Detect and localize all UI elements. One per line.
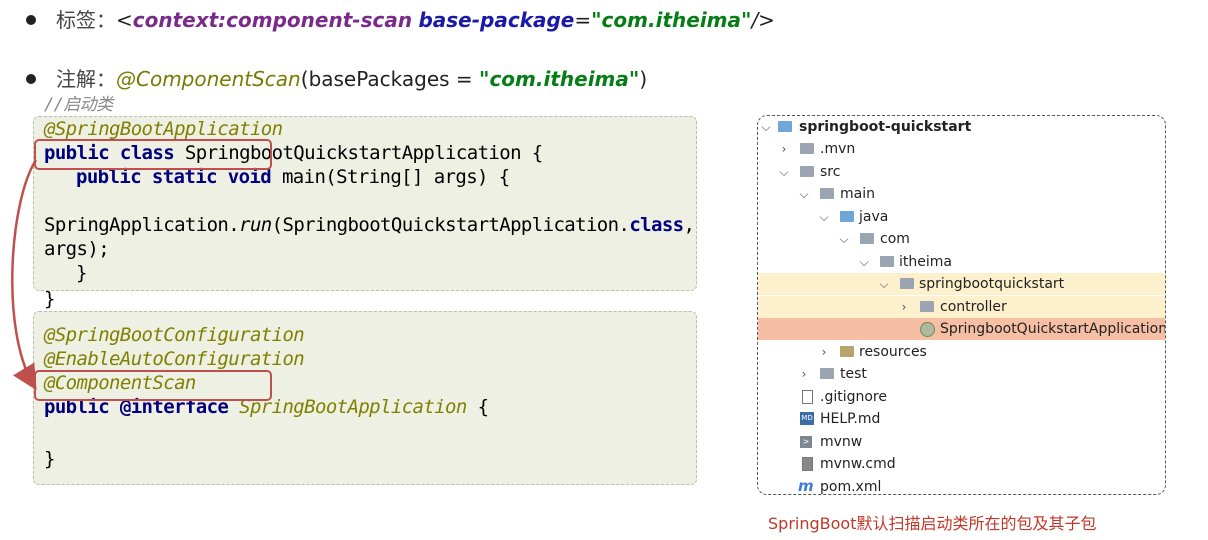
- tree-item-label: resources: [859, 344, 927, 360]
- chevron-down-icon[interactable]: ⌵: [798, 183, 810, 205]
- markdown-icon: MD: [800, 412, 814, 425]
- folder-icon: [800, 166, 814, 177]
- source-folder-icon: [840, 211, 854, 222]
- maven-icon: m: [798, 477, 814, 495]
- tree-item-com[interactable]: ⌵ com: [758, 228, 1165, 250]
- tree-item-label: springbootquickstart: [919, 276, 1065, 292]
- resources-folder-icon: [840, 346, 854, 357]
- tree-item-label: .gitignore: [820, 389, 887, 405]
- tree-item-label: springboot-quickstart: [799, 119, 972, 135]
- package-icon: [860, 233, 874, 244]
- tree-item-java[interactable]: ⌵ java: [758, 206, 1165, 228]
- tree-item-label: controller: [940, 299, 1007, 315]
- tree-item-test[interactable]: › test: [758, 363, 1165, 385]
- tree-item-label: mvnw.cmd: [820, 456, 896, 472]
- chevron-right-icon[interactable]: ›: [818, 341, 830, 363]
- package-icon: [920, 301, 934, 312]
- tree-item-resources[interactable]: › resources: [758, 341, 1165, 363]
- package-icon: [880, 256, 894, 267]
- project-tree: ⌵ springboot-quickstart › .mvn ⌵ src ⌵ m…: [757, 115, 1166, 495]
- tree-item-springbootquickstartapplication[interactable]: SpringbootQuickstartApplication: [758, 318, 1165, 340]
- tree-item-label: com: [880, 231, 910, 247]
- folder-icon: [820, 188, 834, 199]
- chevron-down-icon[interactable]: ⌵: [818, 206, 830, 228]
- chevron-right-icon[interactable]: ›: [898, 296, 910, 318]
- tree-item-label: pom.xml: [820, 479, 882, 495]
- chevron-down-icon[interactable]: ⌵: [760, 116, 772, 138]
- tree-item-label: HELP.md: [820, 411, 881, 427]
- tree-item-label: SpringbootQuickstartApplication: [940, 321, 1166, 337]
- chevron-down-icon[interactable]: ⌵: [778, 161, 790, 183]
- tree-item-label: test: [840, 366, 867, 382]
- caption: SpringBoot默认扫描启动类所在的包及其子包: [768, 514, 1097, 533]
- tree-item-root[interactable]: ⌵ springboot-quickstart: [758, 116, 1165, 138]
- tree-item-springbootquickstart[interactable]: ⌵ springbootquickstart: [758, 273, 1165, 295]
- tree-item-gitignore[interactable]: .gitignore: [758, 386, 1165, 408]
- tree-item-label: main: [840, 186, 875, 202]
- chevron-down-icon[interactable]: ⌵: [878, 273, 890, 295]
- tree-item-mvnw-cmd[interactable]: mvnw.cmd: [758, 453, 1165, 475]
- terminal-icon: >: [800, 436, 812, 448]
- chevron-right-icon[interactable]: ›: [778, 138, 790, 160]
- package-icon: [900, 278, 914, 289]
- tree-item-label: itheima: [899, 254, 952, 270]
- folder-icon: [820, 368, 834, 379]
- tree-item-src[interactable]: ⌵ src: [758, 161, 1165, 183]
- chevron-right-icon[interactable]: ›: [798, 363, 810, 385]
- tree-item-pom-xml[interactable]: m pom.xml: [758, 476, 1165, 495]
- file-icon: [802, 457, 813, 471]
- tree-item-label: java: [859, 209, 889, 225]
- file-icon: [802, 390, 813, 404]
- folder-icon: [800, 143, 814, 154]
- tree-item-label: src: [820, 164, 841, 180]
- tree-item-controller[interactable]: › controller: [758, 296, 1165, 318]
- chevron-down-icon[interactable]: ⌵: [838, 228, 850, 250]
- tree-item-label: mvnw: [820, 434, 863, 450]
- tree-item-main[interactable]: ⌵ main: [758, 183, 1165, 205]
- tree-item-label: .mvn: [820, 141, 856, 157]
- spring-class-icon: [920, 322, 935, 337]
- tree-item-mvn[interactable]: › .mvn: [758, 138, 1165, 160]
- folder-icon: [778, 121, 792, 132]
- chevron-down-icon[interactable]: ⌵: [858, 251, 870, 273]
- tree-item-itheima[interactable]: ⌵ itheima: [758, 251, 1165, 273]
- tree-item-mvnw[interactable]: > mvnw: [758, 431, 1165, 453]
- tree-item-help-md[interactable]: MD HELP.md: [758, 408, 1165, 430]
